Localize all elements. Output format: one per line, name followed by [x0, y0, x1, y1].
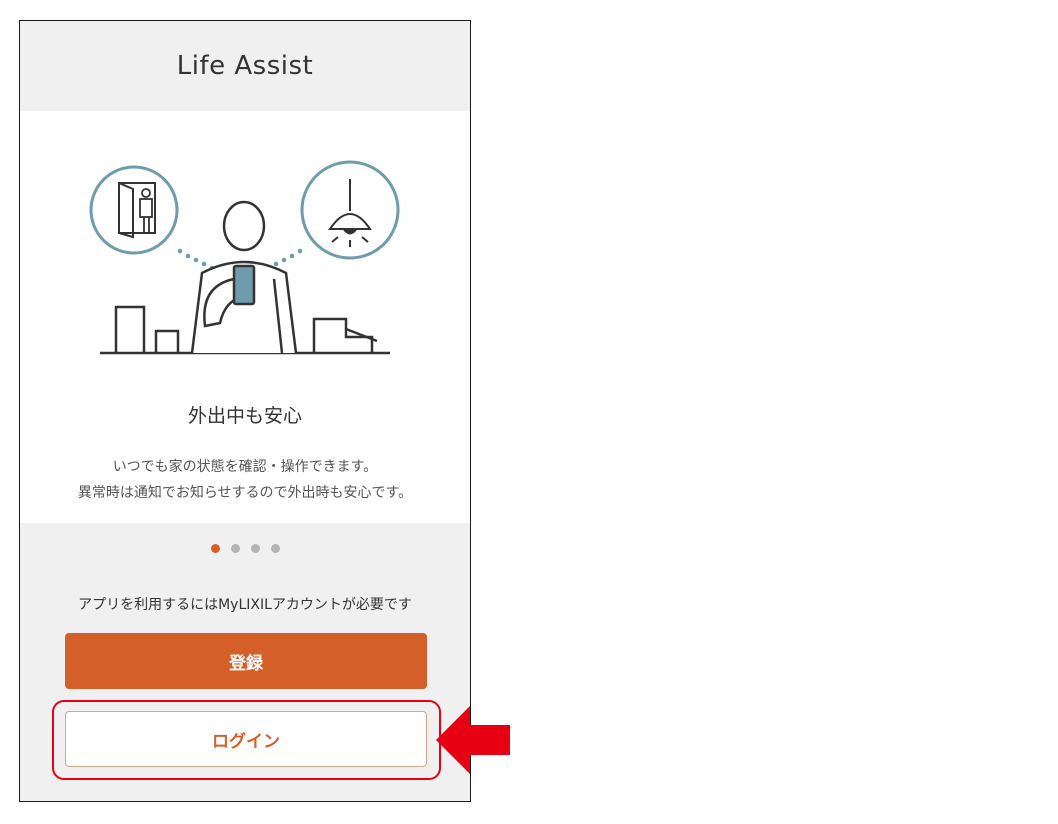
onboarding-slide[interactable]: 外出中も安心 いつでも家の状態を確認・操作できます。 異常時は通知でお知らせする… [20, 111, 470, 523]
pointer-arrow-icon [436, 706, 510, 774]
phone-screen: Life Assist 外出中も安心 いつでも家の状態を確認・操作できます。 異… [19, 20, 471, 802]
description-line-2: 異常時は通知でお知らせするので外出時も安心です。 [77, 485, 413, 501]
account-required-note: アプリを利用するにはMyLIXILアカウントが必要です [78, 597, 412, 613]
login-highlight-box [52, 700, 441, 780]
page-dot-3[interactable] [250, 544, 260, 553]
description-line-1: いつでも家の状態を確認・操作できます。 [112, 459, 378, 475]
page-dot-1[interactable] [210, 544, 220, 553]
onboarding-illustration [89, 160, 400, 355]
page-dot-4[interactable] [270, 544, 280, 553]
door-person-icon [89, 165, 179, 255]
app-header: Life Assist [20, 21, 470, 111]
register-button-label: 登録 [229, 653, 263, 674]
person-with-phone-icon [190, 200, 298, 354]
register-button[interactable]: 登録 [65, 633, 427, 689]
ceiling-lamp-icon [300, 160, 400, 260]
slide-description: いつでも家の状態を確認・操作できます。 異常時は通知でお知らせするので外出時も安… [20, 454, 470, 506]
page-dot-2[interactable] [230, 544, 240, 553]
page-indicator[interactable] [20, 544, 470, 553]
app-title: Life Assist [176, 51, 314, 81]
slide-title: 外出中も安心 [187, 405, 302, 427]
